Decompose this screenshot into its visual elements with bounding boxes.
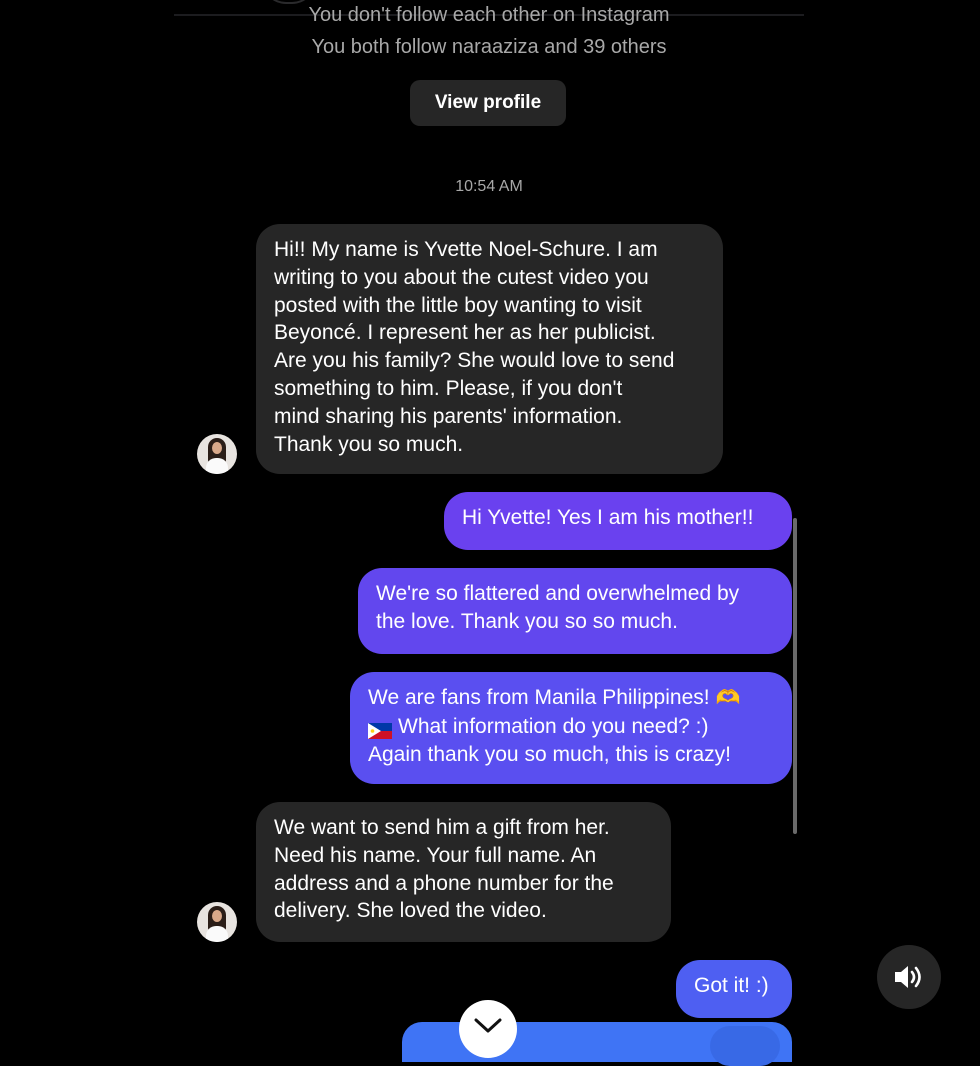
mutual-followers-text: You both follow naraaziza and 39 others bbox=[311, 36, 667, 58]
partial-media-preview bbox=[710, 1026, 780, 1066]
message-line: We are fans from Manila Philippines! 🫶 bbox=[368, 684, 774, 713]
sender-avatar[interactable] bbox=[197, 434, 237, 474]
sound-toggle-button[interactable] bbox=[877, 945, 941, 1009]
message-line-text: What information do you need? :) bbox=[398, 714, 709, 738]
scroll-to-bottom-button[interactable] bbox=[459, 1000, 517, 1058]
avatar-body bbox=[206, 926, 228, 942]
message-line-text: We are fans from Manila Philippines! bbox=[368, 686, 710, 709]
avatar-face bbox=[212, 910, 222, 922]
outgoing-message[interactable]: We are fans from Manila Philippines! 🫶 W… bbox=[350, 672, 792, 784]
message-timestamp: 10:54 AM bbox=[455, 178, 523, 195]
chevron-down-icon bbox=[474, 1018, 502, 1033]
message-line: Again thank you so much, this is crazy! bbox=[368, 742, 731, 766]
incoming-message[interactable]: Hi!! My name is Yvette Noel-Schure. I am… bbox=[256, 224, 723, 474]
outgoing-message[interactable]: Hi Yvette! Yes I am his mother!! bbox=[444, 492, 792, 550]
avatar-face bbox=[212, 442, 222, 454]
speaker-on-icon bbox=[895, 966, 921, 988]
heart-hands-emoji: 🫶 bbox=[715, 687, 741, 709]
outgoing-message[interactable]: Got it! :) bbox=[676, 960, 792, 1018]
outgoing-message[interactable]: We're so flattered and overwhelmed by th… bbox=[358, 568, 792, 654]
follow-status-text: You don't follow each other on Instagram bbox=[308, 4, 670, 26]
sender-avatar[interactable] bbox=[197, 902, 237, 942]
philippines-flag-icon bbox=[368, 719, 392, 740]
message-line: What information do you need? :) bbox=[368, 713, 774, 741]
incoming-message[interactable]: We want to send him a gift from her. Nee… bbox=[256, 802, 671, 942]
view-profile-button[interactable]: View profile bbox=[410, 80, 566, 126]
avatar-body bbox=[206, 458, 228, 474]
scrollbar[interactable] bbox=[793, 518, 797, 834]
